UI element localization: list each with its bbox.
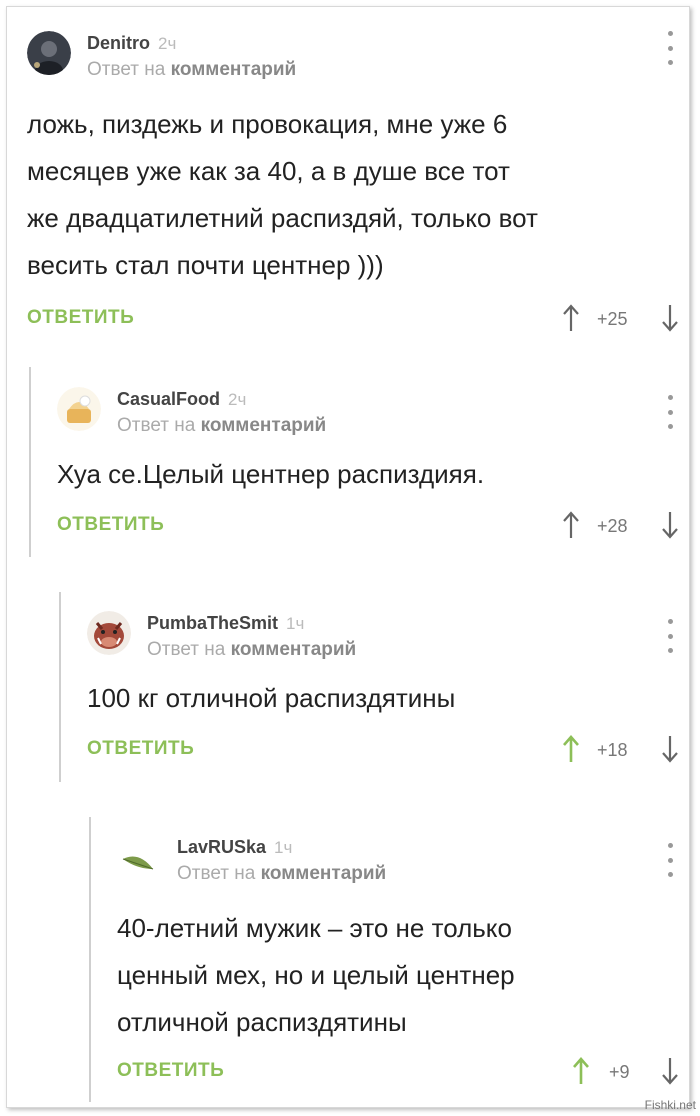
thread-line bbox=[89, 817, 91, 1102]
avatar[interactable] bbox=[27, 31, 71, 75]
vote-score: +9 bbox=[609, 1062, 630, 1082]
reply-prefix: Ответ на bbox=[117, 415, 196, 436]
comment-header: Denitro 2ч Ответ на комментарий bbox=[27, 31, 682, 91]
username-text[interactable]: CasualFood bbox=[117, 389, 220, 409]
vote-score: +28 bbox=[597, 516, 628, 536]
reply-button[interactable]: ОТВЕТИТЬ bbox=[87, 738, 194, 760]
avatar[interactable] bbox=[117, 835, 161, 879]
comment-text-line: ценный мех, но и целый центнер bbox=[117, 960, 515, 990]
reply-to-label: Ответ на комментарий bbox=[177, 863, 386, 885]
arrow-up-icon[interactable] bbox=[561, 510, 581, 540]
menu-icon[interactable] bbox=[666, 395, 674, 429]
reply-to-label: Ответ на комментарий bbox=[87, 59, 296, 81]
comment-text-line: 40-летний мужик – это не только bbox=[117, 913, 512, 943]
reply-button[interactable]: ОТВЕТИТЬ bbox=[117, 1060, 224, 1082]
reply-to-label: Ответ на комментарий bbox=[117, 415, 326, 437]
comment-text-line: Хуа се.Целый центнер распиздияя. bbox=[57, 459, 485, 489]
comment-text: 40-летний мужик – это не только ценный м… bbox=[117, 905, 682, 1046]
comment-text: 100 кг отличной распиздятины bbox=[87, 675, 682, 722]
comment-actions: ОТВЕТИТЬ +25 bbox=[27, 303, 682, 339]
comment-actions: ОТВЕТИТЬ +18 bbox=[87, 734, 682, 770]
arrow-down-icon[interactable] bbox=[660, 510, 680, 540]
comment-text-line: ложь, пиздежь и провокация, мне уже 6 bbox=[27, 109, 508, 139]
reply-button[interactable]: ОТВЕТИТЬ bbox=[27, 307, 134, 329]
comment-time: 1ч bbox=[274, 838, 293, 857]
comment-time: 2ч bbox=[228, 390, 247, 409]
comment: CasualFood 2ч Ответ на комментарий Хуа се… bbox=[57, 387, 682, 546]
comment-thread: Denitro 2ч Ответ на комментарий ложь, пиз… bbox=[6, 6, 690, 1108]
avatar[interactable] bbox=[87, 611, 131, 655]
comment-text-line: же двадцатилетний распиздяй, только вот bbox=[27, 203, 538, 233]
menu-icon[interactable] bbox=[666, 619, 674, 653]
comment-text-line: весить стал почти центнер ))) bbox=[27, 250, 384, 280]
comment-header: LavRUSka 1ч Ответ на комментарий bbox=[117, 835, 682, 895]
comment-actions: ОТВЕТИТЬ +28 bbox=[57, 510, 682, 546]
thread-line bbox=[59, 592, 61, 782]
comment-time: 2ч bbox=[158, 34, 177, 53]
menu-icon[interactable] bbox=[666, 843, 674, 877]
username-text[interactable]: LavRUSka bbox=[177, 837, 266, 857]
comment-actions: ОТВЕТИТЬ +9 bbox=[117, 1056, 682, 1092]
watermark: Fishki.net bbox=[644, 1098, 696, 1112]
dark-photo-avatar-icon bbox=[27, 31, 71, 75]
avatar[interactable] bbox=[57, 387, 101, 431]
username[interactable]: Denitro 2ч bbox=[87, 33, 176, 54]
reply-target-link[interactable]: комментарий bbox=[171, 59, 297, 80]
arrow-up-icon[interactable] bbox=[561, 303, 581, 333]
username[interactable]: LavRUSka 1ч bbox=[177, 837, 292, 858]
reply-prefix: Ответ на bbox=[177, 863, 256, 884]
comment-text: ложь, пиздежь и провокация, мне уже 6 ме… bbox=[27, 101, 682, 289]
username[interactable]: CasualFood 2ч bbox=[117, 389, 246, 410]
reply-target-link[interactable]: комментарий bbox=[261, 863, 387, 884]
food-avatar-icon bbox=[57, 387, 101, 431]
vote-score: +18 bbox=[597, 740, 628, 760]
username[interactable]: PumbaTheSmit 1ч bbox=[147, 613, 304, 634]
arrow-up-icon[interactable] bbox=[561, 734, 581, 764]
arrow-down-icon[interactable] bbox=[660, 1056, 680, 1086]
comment-text: Хуа се.Целый центнер распиздияя. bbox=[57, 451, 682, 498]
comment: PumbaTheSmit 1ч Ответ на комментарий 100 … bbox=[87, 611, 682, 770]
bay-leaf-avatar-icon bbox=[117, 835, 161, 879]
arrow-down-icon[interactable] bbox=[660, 734, 680, 764]
comment-text-line: отличной распиздятины bbox=[117, 1007, 407, 1037]
thread-line bbox=[29, 367, 31, 557]
reply-target-link[interactable]: комментарий bbox=[201, 415, 327, 436]
comment-time: 1ч bbox=[286, 614, 305, 633]
reply-prefix: Ответ на bbox=[87, 59, 166, 80]
boar-avatar-icon bbox=[87, 611, 131, 655]
comment: LavRUSka 1ч Ответ на комментарий 40-летни… bbox=[117, 835, 682, 1092]
menu-icon[interactable] bbox=[666, 31, 674, 65]
username-text[interactable]: Denitro bbox=[87, 33, 150, 53]
vote-score: +25 bbox=[597, 309, 628, 329]
reply-button[interactable]: ОТВЕТИТЬ bbox=[57, 514, 164, 536]
comment: Denitro 2ч Ответ на комментарий ложь, пиз… bbox=[27, 31, 682, 339]
comment-header: CasualFood 2ч Ответ на комментарий bbox=[57, 387, 682, 447]
username-text[interactable]: PumbaTheSmit bbox=[147, 613, 278, 633]
arrow-up-icon[interactable] bbox=[571, 1056, 591, 1086]
arrow-down-icon[interactable] bbox=[660, 303, 680, 333]
comment-header: PumbaTheSmit 1ч Ответ на комментарий bbox=[87, 611, 682, 671]
reply-target-link[interactable]: комментарий bbox=[231, 639, 357, 660]
comment-text-line: 100 кг отличной распиздятины bbox=[87, 683, 456, 713]
reply-prefix: Ответ на bbox=[147, 639, 226, 660]
reply-to-label: Ответ на комментарий bbox=[147, 639, 356, 661]
comment-text-line: месяцев уже как за 40, а в душе все тот bbox=[27, 156, 510, 186]
